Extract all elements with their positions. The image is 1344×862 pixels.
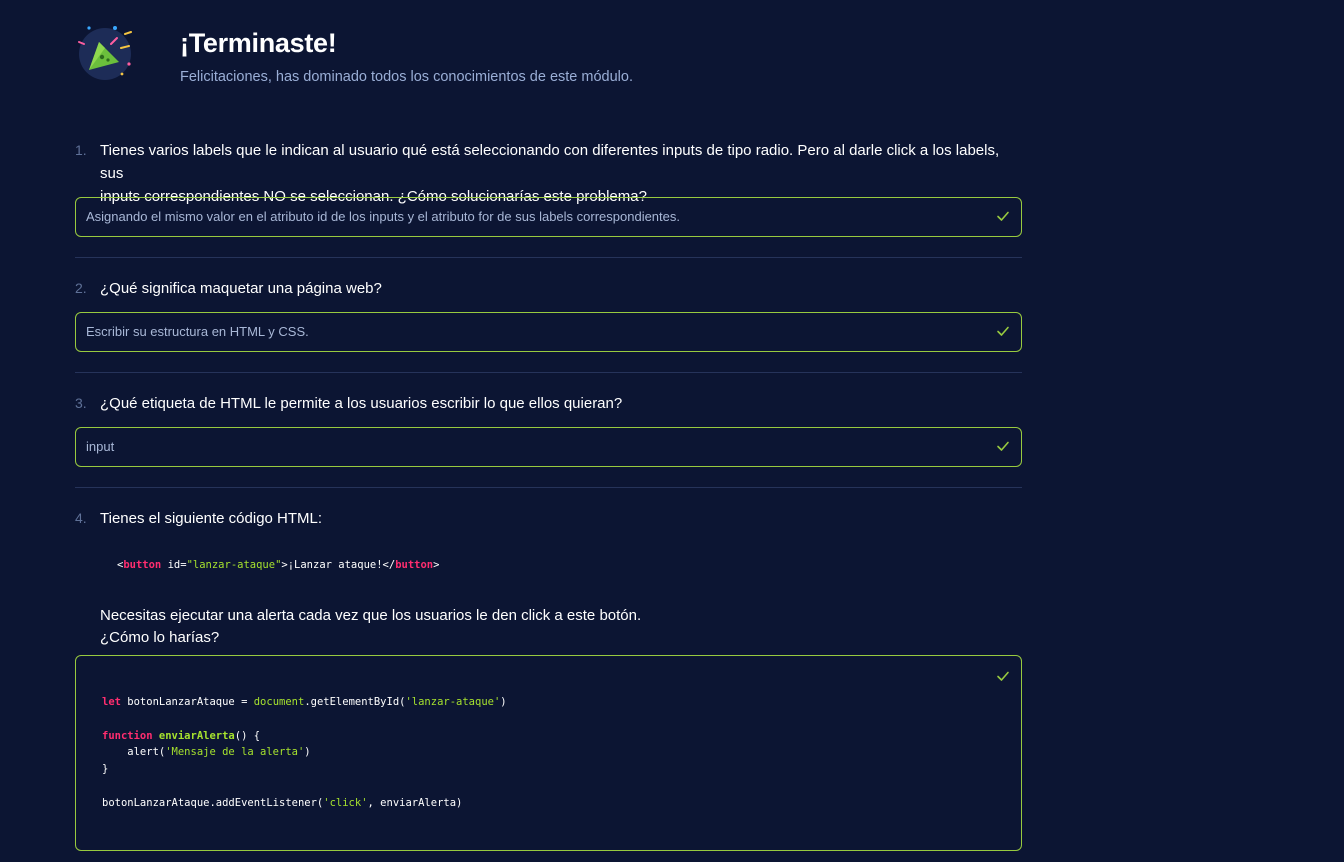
question-text: 3. ¿Qué etiqueta de HTML le permite a lo… bbox=[75, 392, 1022, 415]
answer-text: Escribir su estructura en HTML y CSS. bbox=[86, 324, 309, 339]
divider bbox=[75, 487, 1022, 488]
code-token: } bbox=[102, 763, 109, 776]
code-token: () { bbox=[234, 729, 261, 742]
code-token: id= bbox=[161, 559, 187, 571]
party-popper-icon bbox=[78, 26, 132, 80]
answer-text: Asignando el mismo valor en el atributo … bbox=[86, 209, 680, 224]
question-number: 3. bbox=[75, 395, 87, 411]
code-token: .getElementById( bbox=[304, 696, 406, 708]
checkmark-icon bbox=[997, 211, 1009, 221]
code-token: 'click' bbox=[323, 796, 368, 809]
code-token: >¡Lanzar ataque!</ bbox=[281, 559, 396, 571]
code-token: enviarAlerta bbox=[152, 729, 235, 742]
code-token: document bbox=[253, 696, 305, 708]
question-line: Tienes varios labels que le indican al u… bbox=[100, 142, 1000, 182]
question-line: ¿Qué etiqueta de HTML le permite a los u… bbox=[100, 395, 623, 412]
code-token: button bbox=[123, 559, 162, 571]
question-text: 4. Tienes el siguiente código HTML: bbox=[75, 507, 1022, 530]
code-token: 'Mensaje de la alerta' bbox=[165, 746, 305, 759]
divider bbox=[75, 372, 1022, 373]
question-number: 1. bbox=[75, 142, 87, 158]
page-title: ¡Terminaste! bbox=[180, 28, 337, 58]
code-token: function bbox=[102, 729, 153, 742]
quiz-results-page: ¡Terminaste! Felicitaciones, has dominad… bbox=[0, 0, 1344, 862]
html-code-snippet: <button id="lanzar-ataque">¡Lanzar ataqu… bbox=[117, 559, 439, 571]
page-subtitle: Felicitaciones, has dominado todos los c… bbox=[180, 69, 633, 85]
question-description: Necesitas ejecutar una alerta cada vez q… bbox=[100, 605, 641, 649]
correct-answer-option[interactable]: Escribir su estructura en HTML y CSS. bbox=[75, 312, 1022, 352]
question-1: 1. Tienes varios labels que le indican a… bbox=[75, 139, 1022, 237]
question-3: 3. ¿Qué etiqueta de HTML le permite a lo… bbox=[75, 392, 1022, 467]
code-line: } bbox=[102, 761, 507, 778]
correct-code-answer-option[interactable]: let botonLanzarAtaque = document.getElem… bbox=[75, 655, 1022, 851]
checkmark-icon bbox=[997, 671, 1009, 681]
code-line: let botonLanzarAtaque = document.getElem… bbox=[102, 694, 507, 711]
code-token: ) bbox=[304, 746, 311, 759]
answer-text: input bbox=[86, 439, 115, 454]
code-line: function enviarAlerta() { bbox=[102, 728, 507, 745]
correct-answer-option[interactable]: Asignando el mismo valor en el atributo … bbox=[75, 197, 1022, 237]
divider bbox=[75, 257, 1022, 258]
code-token: botonLanzarAtaque = bbox=[120, 696, 254, 708]
question-line: Necesitas ejecutar una alerta cada vez q… bbox=[100, 607, 642, 624]
code-token: 'lanzar-ataque' bbox=[405, 696, 501, 708]
code-token: button bbox=[395, 559, 434, 571]
completion-header: ¡Terminaste! Felicitaciones, has dominad… bbox=[75, 22, 975, 92]
checkmark-icon bbox=[997, 441, 1009, 451]
code-token: alert( bbox=[102, 746, 166, 759]
question-number: 4. bbox=[75, 510, 87, 526]
code-token: "lanzar-ataque" bbox=[186, 559, 282, 571]
code-token: botonLanzarAtaque.addEventListener( bbox=[102, 796, 324, 809]
question-number: 2. bbox=[75, 280, 87, 296]
code-token: , enviarAlerta) bbox=[367, 796, 463, 809]
javascript-code-block: let botonLanzarAtaque = document.getElem… bbox=[102, 694, 507, 812]
checkmark-icon bbox=[997, 326, 1009, 336]
code-token: ) bbox=[500, 696, 507, 708]
code-line: alert('Mensaje de la alerta') bbox=[102, 744, 507, 761]
correct-answer-option[interactable]: input bbox=[75, 427, 1022, 467]
code-token: > bbox=[433, 559, 440, 571]
question-line: ¿Cómo lo harías? bbox=[100, 629, 220, 646]
question-text: 2. ¿Qué significa maquetar una página we… bbox=[75, 277, 1022, 300]
question-line: ¿Qué significa maquetar una página web? bbox=[100, 280, 382, 297]
code-line: botonLanzarAtaque.addEventListener('clic… bbox=[102, 795, 507, 812]
code-token: let bbox=[102, 696, 121, 708]
question-4: 4. Tienes el siguiente código HTML: <but… bbox=[75, 507, 1022, 851]
question-line: Tienes el siguiente código HTML: bbox=[100, 510, 323, 527]
question-2: 2. ¿Qué significa maquetar una página we… bbox=[75, 277, 1022, 352]
